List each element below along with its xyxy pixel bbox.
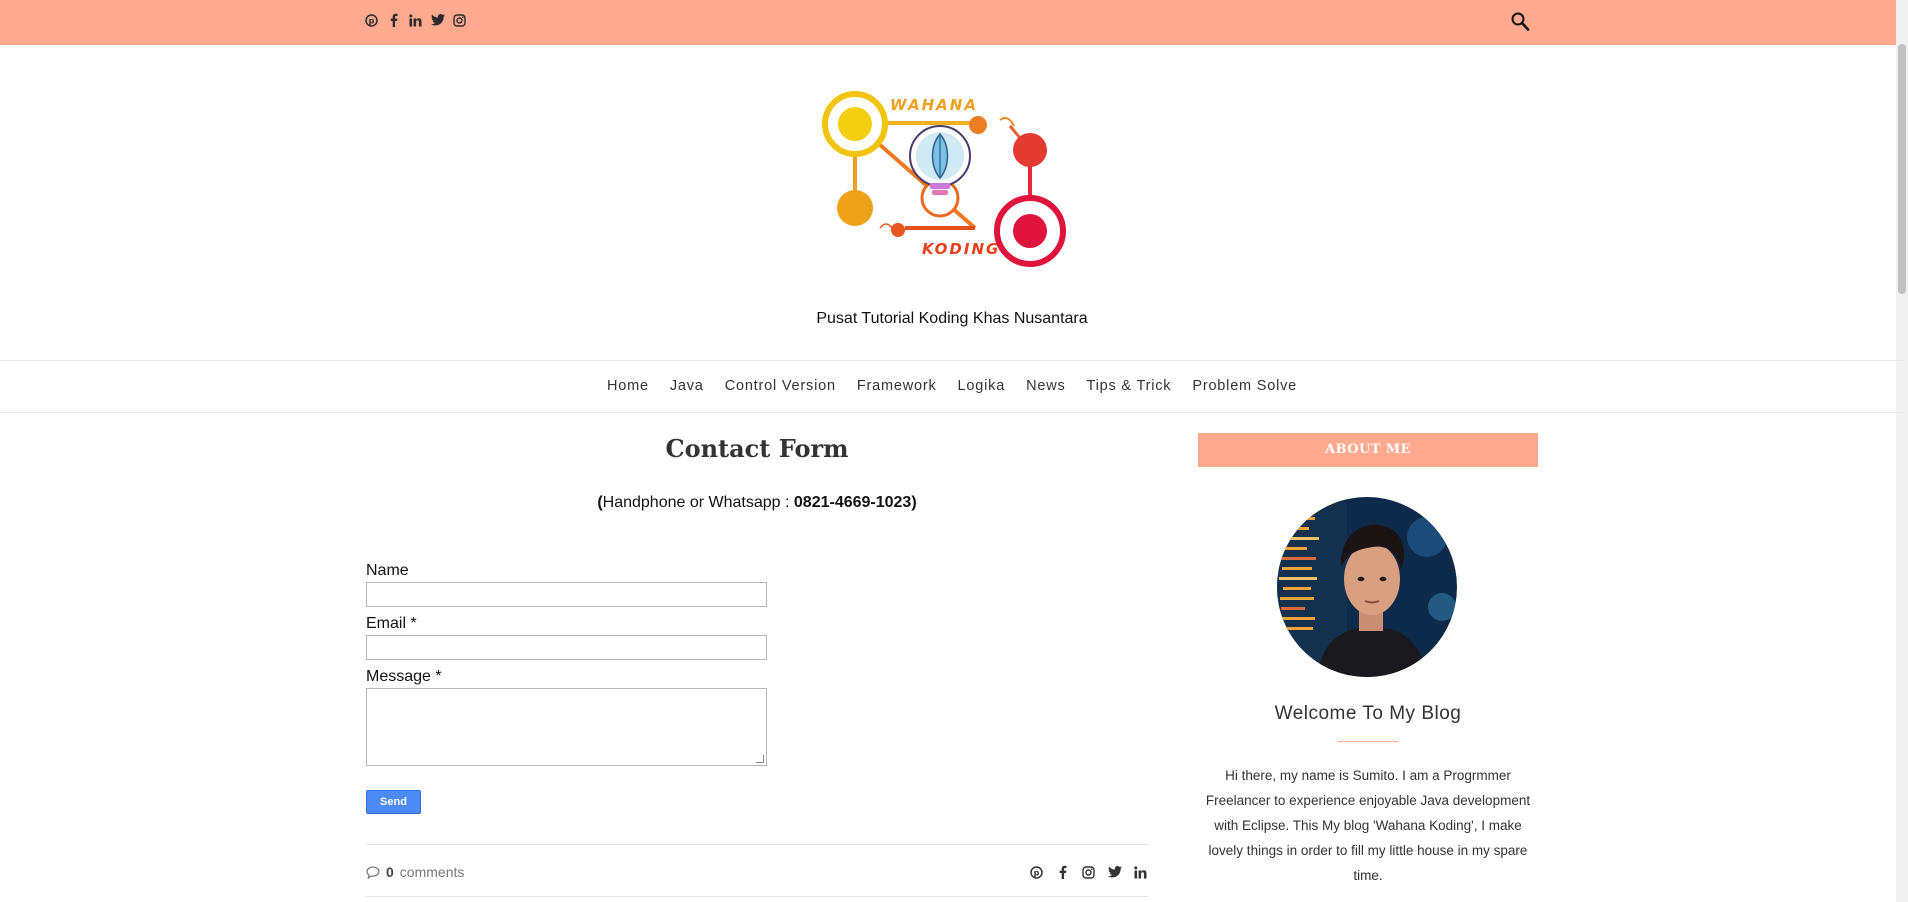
sidebar: ABOUT ME Welcome To My Blog Hi there, my… (1198, 433, 1538, 883)
svg-text:p: p (369, 16, 375, 25)
welcome-heading: Welcome To My Blog (1274, 703, 1462, 724)
comment-label: comments (399, 864, 465, 880)
message-field[interactable] (366, 688, 767, 766)
page-title: Contact Form (665, 434, 849, 463)
email-field[interactable] (366, 635, 767, 660)
facebook-icon[interactable] (386, 11, 401, 29)
contact-form: Name Email * Message * Send (366, 560, 786, 814)
nav-item-framework[interactable]: Framework (857, 378, 937, 394)
scrollbar[interactable] (1896, 0, 1908, 902)
share-pinterest-icon[interactable]: p (1029, 863, 1044, 881)
share-twitter-icon[interactable] (1107, 863, 1122, 881)
comments-link[interactable]: 0 comments (366, 864, 464, 880)
main-navigation: Home Java Control Version Framework Logi… (0, 360, 1904, 413)
share-instagram-icon[interactable] (1081, 863, 1096, 881)
search-icon[interactable] (1510, 10, 1532, 34)
share-links: p (1029, 863, 1148, 881)
logo-bottom-text: KODING (922, 240, 1000, 258)
name-field[interactable] (366, 582, 767, 607)
logo-top-text: WAHANA (890, 96, 978, 114)
site-tagline: Pusat Tutorial Koding Khas Nusantara (816, 310, 1088, 327)
social-links-top: p (364, 11, 467, 29)
comment-icon (366, 865, 380, 879)
top-bar: p (0, 0, 1908, 45)
svg-text:p: p (1034, 868, 1040, 877)
nav-item-logika[interactable]: Logika (958, 378, 1006, 394)
avatar (1277, 497, 1457, 677)
nav-item-tips-trick[interactable]: Tips & Trick (1087, 378, 1172, 394)
nav-item-home[interactable]: Home (607, 378, 649, 394)
share-linkedin-icon[interactable] (1133, 863, 1148, 881)
twitter-icon[interactable] (430, 11, 445, 29)
post-footer: 0 comments p (366, 844, 1148, 897)
comment-count: 0 (386, 864, 394, 880)
contact-info: (Handphone or Whatsapp : 0821-4669-1023) (366, 494, 1148, 512)
instagram-icon[interactable] (452, 11, 467, 29)
send-button[interactable]: Send (366, 790, 421, 814)
name-label: Name (366, 562, 409, 579)
widget-title: ABOUT ME (1198, 433, 1538, 467)
email-label: Email * (366, 615, 417, 632)
pinterest-icon[interactable]: p (364, 11, 379, 29)
nav-item-control-version[interactable]: Control Version (725, 378, 836, 394)
nav-list: Home Java Control Version Framework Logi… (0, 378, 1904, 394)
site-logo[interactable]: WAHANA KODING (810, 88, 1080, 268)
linkedin-icon[interactable] (408, 11, 423, 29)
nav-item-news[interactable]: News (1026, 378, 1065, 394)
contact-label: Handphone or Whatsapp : (602, 494, 794, 511)
nav-item-java[interactable]: Java (670, 378, 704, 394)
message-label: Message * (366, 668, 442, 685)
share-facebook-icon[interactable] (1055, 863, 1070, 881)
scrollbar-thumb[interactable] (1898, 44, 1906, 294)
contact-number: 0821-4669-1023) (793, 494, 917, 511)
nav-item-problem-solve[interactable]: Problem Solve (1192, 378, 1297, 394)
about-text: Hi there, my name is Sumito. I am a Prog… (1205, 768, 1531, 883)
resize-handle[interactable] (756, 755, 764, 763)
heading-divider (1338, 741, 1398, 742)
